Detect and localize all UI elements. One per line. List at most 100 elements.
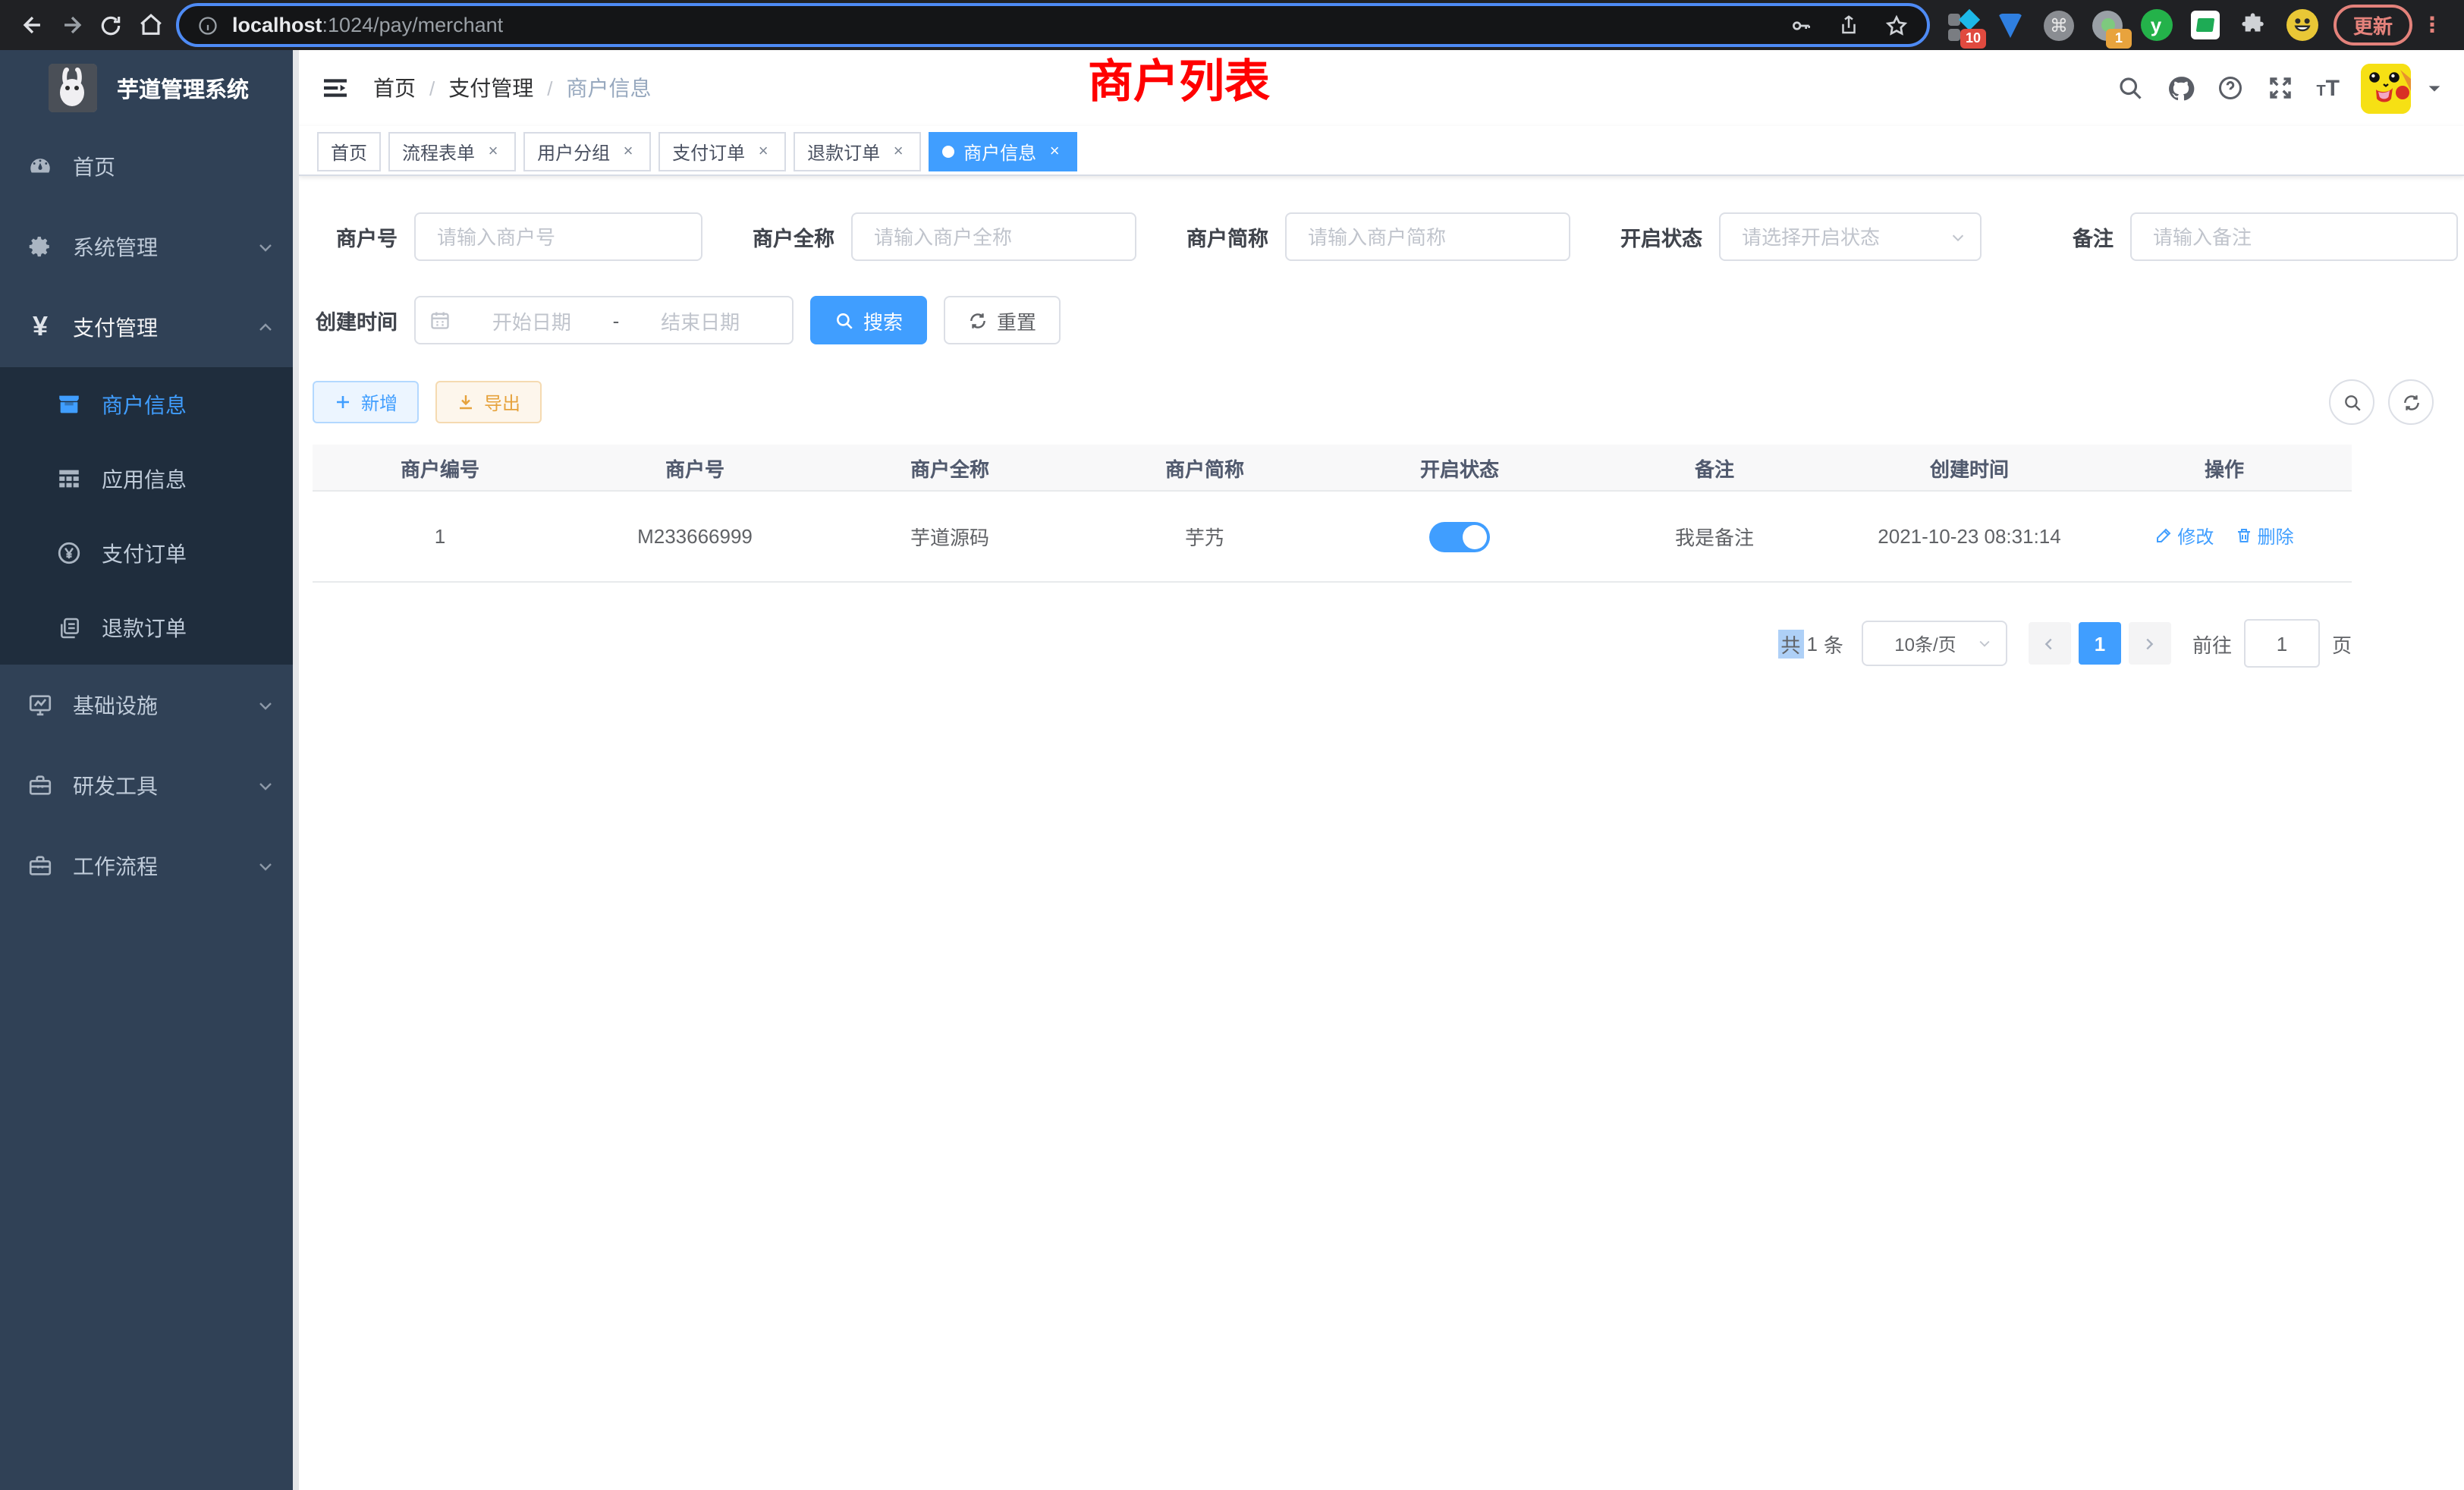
browser-menu-icon[interactable]: ⋮ [2422,21,2443,29]
add-button[interactable]: 新增 [313,381,419,423]
tag-tab-process-form[interactable]: 流程表单× [388,132,516,171]
tag-tab-refund-order[interactable]: 退款订单× [794,132,921,171]
refresh-icon [968,310,988,330]
extension-command-icon[interactable]: ⌘ [2042,8,2076,42]
filter-row-2: 创建时间 开始日期 - 结束日期 [299,296,2464,344]
extensions-puzzle-icon[interactable] [2236,8,2270,42]
search-icon[interactable] [2116,74,2145,102]
export-button[interactable]: 导出 [435,381,542,423]
close-icon[interactable]: × [889,143,907,161]
caret-down-icon[interactable] [2426,80,2443,96]
avatar[interactable] [2361,63,2411,113]
update-button[interactable]: 更新 [2334,5,2412,46]
documents-icon [56,615,82,640]
profile-emoji-icon[interactable] [2285,8,2318,42]
screen: localhost:1024/pay/merchant 10 [0,0,2464,1490]
back-icon[interactable] [12,5,52,45]
sidebar-item-payment[interactable]: ¥ 支付管理 [0,287,299,367]
extension-badge: 1 [2106,28,2132,48]
sidebar-item-label: 基础设施 [73,690,158,720]
breadcrumb-payment[interactable]: 支付管理 [448,73,533,103]
show-search-toggle-button[interactable] [2329,379,2374,425]
help-icon[interactable] [2216,74,2245,102]
home-icon[interactable] [130,5,170,45]
full-name-input[interactable] [851,212,1136,261]
cell-merchant-no: M233666999 [567,491,822,582]
address-bar[interactable]: localhost:1024/pay/merchant [176,3,1930,47]
sidebar-item-infrastructure[interactable]: 基础设施 [0,665,299,745]
forward-icon[interactable] [52,5,91,45]
short-name-input[interactable] [1285,212,1570,261]
sidebar-item-label: 应用信息 [102,464,187,494]
reload-icon[interactable] [91,5,130,45]
tag-tab-merchant-info-active[interactable]: 商户信息× [929,132,1077,171]
sidebar-item-label: 系统管理 [73,231,158,262]
active-dot [942,146,954,158]
tags-view-bar: 首页 流程表单× 用户分组× 支付订单× 退款订单× 商户信息× [299,126,2464,176]
date-range-picker[interactable]: 开始日期 - 结束日期 [414,296,794,344]
next-page-button[interactable] [2129,622,2171,665]
page-header: 首页 / 支付管理 / 商户信息 商户列表 [299,50,2464,126]
yen-circle-icon [56,540,82,566]
end-date-placeholder[interactable]: 结束日期 [622,306,778,335]
sidebar-scrollbar[interactable] [293,50,299,1490]
sidebar-item-label: 支付管理 [73,312,158,342]
tag-tab-home[interactable]: 首页 [317,132,381,171]
site-info-icon[interactable] [197,14,218,36]
goto-page-input[interactable] [2244,619,2320,668]
cell-merchant-id: 1 [313,491,567,582]
start-date-placeholder[interactable]: 开始日期 [454,306,610,335]
sidebar-item-dev-tools[interactable]: 研发工具 [0,745,299,825]
cell-full-name: 芋道源码 [822,491,1077,582]
col-merchant-no: 商户号 [567,445,822,491]
breadcrumb: 首页 / 支付管理 / 商户信息 [373,73,652,103]
sidebar-item-pay-order[interactable]: 支付订单 [0,516,299,590]
sidebar-item-merchant-info[interactable]: 商户信息 [0,367,299,442]
refresh-table-button[interactable] [2388,379,2434,425]
sidebar-item-workflow[interactable]: 工作流程 [0,825,299,906]
extension-chat-icon[interactable] [2188,8,2221,42]
trash-icon [2235,527,2253,545]
fullscreen-icon[interactable] [2266,74,2295,102]
close-icon[interactable]: × [754,143,772,161]
share-icon[interactable] [1837,14,1860,36]
breadcrumb-home[interactable]: 首页 [373,73,416,103]
font-size-icon[interactable]: TT [2316,75,2340,101]
status-select[interactable] [1719,212,1982,261]
search-button[interactable]: 搜索 [810,296,927,344]
gear-icon [27,234,53,259]
edit-link[interactable]: 修改 [2154,523,2214,549]
bookmark-star-icon[interactable] [1884,13,1909,37]
sidebar-item-home[interactable]: 首页 [0,126,299,206]
extension-tabs-icon[interactable]: 10 [1945,8,1978,42]
tag-tab-user-group[interactable]: 用户分组× [523,132,651,171]
remark-label: 备注 [2027,222,2114,252]
sidebar-item-app-info[interactable]: 应用信息 [0,442,299,516]
close-icon[interactable]: × [619,143,637,161]
github-icon[interactable] [2166,74,2195,102]
monitor-icon [27,692,53,718]
close-icon[interactable]: × [484,143,502,161]
close-icon[interactable]: × [1045,143,1064,161]
sidebar-item-refund-order[interactable]: 退款订单 [0,590,299,665]
toolbox-icon [27,853,53,879]
prev-page-button[interactable] [2029,622,2071,665]
tag-tab-pay-order[interactable]: 支付订单× [658,132,786,171]
delete-link[interactable]: 删除 [2235,523,2294,549]
extension-kite-icon[interactable] [1994,8,2027,42]
extension-y-icon[interactable]: y [2139,8,2173,42]
merchant-no-input[interactable] [414,212,702,261]
remark-input[interactable] [2130,212,2458,261]
sidebar-item-system[interactable]: 系统管理 [0,206,299,287]
status-toggle-on[interactable] [1429,521,1490,552]
page-size-select[interactable] [1862,622,2007,665]
sidebar-fold-icon[interactable] [320,73,350,103]
merchant-table: 商户编号 商户号 商户全称 商户简称 开启状态 备注 创建时间 操作 [313,445,2352,583]
extension-blob-icon[interactable]: 1 [2091,8,2124,42]
page-1-button[interactable]: 1 [2079,622,2121,665]
sidebar-logo-row[interactable]: 芋道管理系统 [0,50,299,126]
password-key-icon[interactable] [1789,13,1813,37]
toolbox-icon [27,772,53,798]
extension-badge: 10 [1960,28,1986,48]
reset-button[interactable]: 重置 [944,296,1061,344]
